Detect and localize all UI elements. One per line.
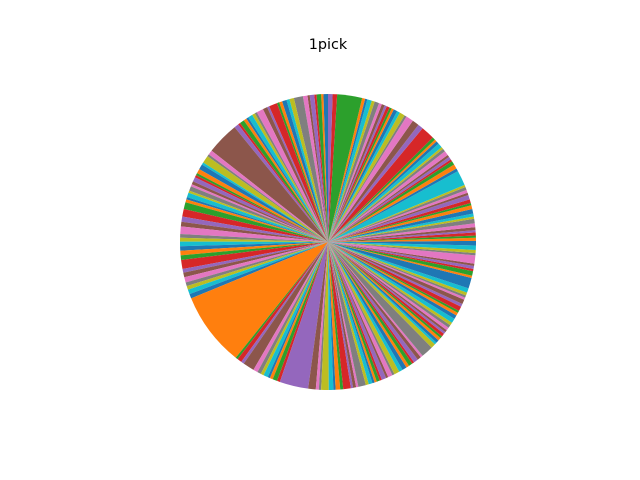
pie-slices <box>179 94 477 390</box>
pie-chart-figure: 1pick <box>0 0 640 480</box>
chart-title: 1pick <box>309 37 348 53</box>
